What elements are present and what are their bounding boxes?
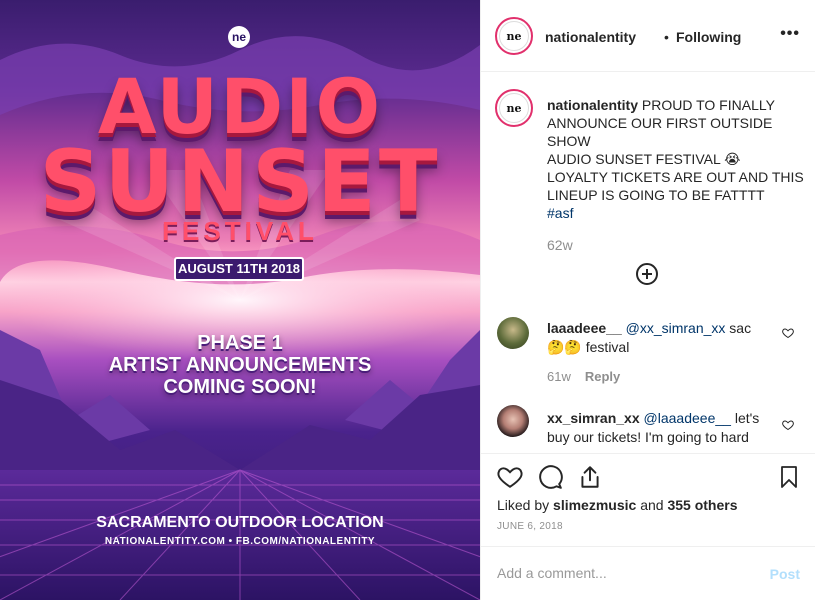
comment-mention[interactable]: @xx_simran_xx — [626, 320, 726, 336]
caption-line: LOYALTY TICKETS ARE OUT AND THIS LINEUP … — [547, 169, 804, 203]
poster-phase-text: PHASE 1 ARTIST ANNOUNCEMENTS COMING SOON… — [0, 332, 480, 398]
comment-timestamp[interactable]: 61w — [547, 369, 571, 384]
poster-subtitle: FESTIVAL — [162, 216, 318, 246]
add-comment-bar: Post — [481, 546, 815, 600]
poster-location: SACRAMENTO OUTDOOR LOCATION — [96, 514, 384, 531]
avatar[interactable]: ne — [495, 17, 533, 55]
header-username[interactable]: nationalentity — [545, 29, 636, 45]
action-bar — [481, 453, 815, 493]
comment-icon[interactable] — [537, 464, 563, 490]
add-comment-input[interactable] — [497, 561, 757, 585]
post-header: ne nationalentity • Following ••• — [481, 0, 815, 72]
poster-phase-line: PHASE 1 — [197, 332, 283, 354]
commenter-avatar[interactable] — [497, 317, 529, 349]
post-button[interactable]: Post — [770, 566, 800, 582]
comment-username[interactable]: laaadeee__ — [547, 320, 622, 336]
caption-avatar[interactable]: ne — [495, 89, 533, 127]
reply-button[interactable]: Reply — [585, 369, 620, 384]
share-icon[interactable] — [577, 464, 603, 490]
following-button[interactable]: Following — [676, 29, 741, 45]
avatar-logo: ne — [499, 93, 529, 123]
poster-phase-line: COMING SOON! — [163, 376, 317, 398]
commenter-avatar[interactable] — [497, 405, 529, 437]
caption-line: AUDIO SUNSET FESTIVAL 😭 — [547, 151, 741, 167]
avatar-logo: ne — [499, 21, 529, 51]
liked-by-user[interactable]: slimezmusic — [553, 497, 636, 513]
more-options-icon[interactable]: ••• — [780, 25, 800, 43]
post-caption: nationalentity PROUD TO FINALLY ANNOUNCE… — [547, 96, 807, 222]
poster-urls: NATIONALENTITY.COM • FB.COM/NATIONALENTI… — [104, 536, 376, 547]
caption-timestamp[interactable]: 62w — [547, 237, 573, 253]
poster-date: AUGUST 11TH 2018 — [174, 257, 304, 281]
comment-text: xx_simran_xx @laaadeee__ let's buy our t… — [547, 409, 762, 447]
likes-summary: Liked by slimezmusic and 355 others — [497, 497, 738, 513]
comment-text: laaadeee__ @xx_simran_xx sac🤔🤔 festival — [547, 319, 762, 357]
header-separator: • — [664, 29, 669, 45]
bookmark-icon[interactable] — [777, 464, 801, 490]
caption-hashtag[interactable]: #asf — [547, 205, 573, 221]
likes-others[interactable]: 355 others — [667, 497, 737, 513]
post-date[interactable]: JUNE 6, 2018 — [497, 521, 563, 532]
load-more-comments-icon[interactable] — [636, 263, 658, 285]
heart-icon[interactable] — [497, 464, 523, 490]
post-modal: ne AUDIO SUNSET FESTIVAL AUGUST 11TH 201… — [0, 0, 815, 600]
comment-like-heart-icon[interactable] — [782, 327, 794, 339]
comments-area[interactable]: ne nationalentity PROUD TO FINALLY ANNOU… — [481, 73, 815, 453]
comment-mention[interactable]: @laaadeee__ — [644, 410, 731, 426]
caption-username[interactable]: nationalentity — [547, 97, 638, 113]
comment-username[interactable]: xx_simran_xx — [547, 410, 640, 426]
post-side-panel: ne nationalentity • Following ••• ne nat… — [480, 0, 815, 600]
likes-prefix: Liked by — [497, 497, 554, 513]
comment-like-heart-icon[interactable] — [782, 419, 794, 431]
likes-middle: and — [636, 497, 668, 513]
post-image[interactable]: ne AUDIO SUNSET FESTIVAL AUGUST 11TH 201… — [0, 0, 480, 600]
poster-logo: ne — [228, 26, 250, 48]
poster-phase-line: ARTIST ANNOUNCEMENTS — [108, 354, 372, 376]
comment-meta: 61w Reply — [547, 369, 620, 384]
